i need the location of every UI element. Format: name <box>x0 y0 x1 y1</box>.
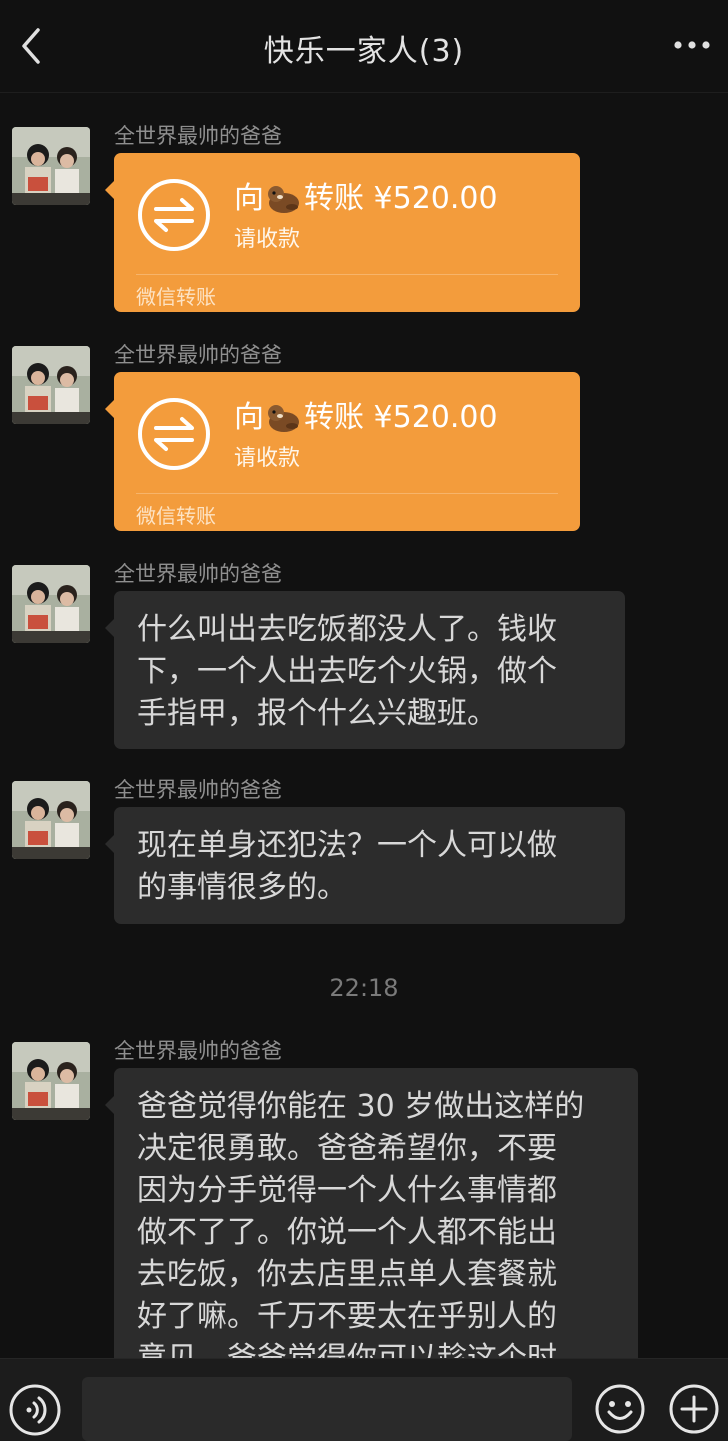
message-text: 全世界最帅的爸爸 现在单身还犯法？一个人可以做 的事情很多的。 <box>0 746 728 936</box>
message-line: 什么叫出去吃饭都没人了。钱收 <box>137 612 557 647</box>
message-line: 爸爸觉得你能在 30 岁做出这样的 <box>137 1089 585 1124</box>
avatar-photo-icon <box>12 346 90 424</box>
avatar[interactable] <box>12 127 90 205</box>
message-text: 全世界最帅的爸爸 什么叫出去吃饭都没人了。钱收 下，一个人出去吃个火锅，做个 手… <box>0 530 728 760</box>
message-line: 的事情很多的。 <box>137 870 347 905</box>
message-line: 因为分手觉得一个人什么事情都 <box>137 1173 557 1208</box>
otter-emoji-icon <box>266 402 302 442</box>
transfer-arrows-icon <box>138 398 210 470</box>
input-toolbar <box>0 1358 728 1441</box>
message-line: 去吃饭，你去店里点单人套餐就 <box>137 1257 557 1292</box>
message-bubble[interactable]: 现在单身还犯法？一个人可以做 的事情很多的。 <box>105 807 625 924</box>
otter-emoji-icon <box>266 183 302 223</box>
transfer-amount: ¥520.00 <box>373 181 498 216</box>
avatar-photo-icon <box>12 565 90 643</box>
chat-header: 快乐一家人(3) <box>0 0 728 93</box>
transfer-arrows-icon <box>138 179 210 251</box>
message-input[interactable] <box>82 1377 572 1441</box>
transfer-card[interactable]: 向 转账 ¥520.00 请收款 微信转账 <box>105 153 580 312</box>
avatar-photo-icon <box>12 127 90 205</box>
avatar[interactable] <box>12 781 90 859</box>
message-line: 好了嘛。千万不要太在乎别人的 <box>137 1299 557 1334</box>
voice-button[interactable] <box>8 1383 62 1437</box>
sender-name: 全世界最帅的爸爸 <box>114 778 282 802</box>
more-dots-icon <box>674 41 710 49</box>
transfer-title: 向 转账 ¥520.00 <box>234 392 498 442</box>
more-functions-button[interactable] <box>668 1383 720 1435</box>
transfer-footer: 微信转账 <box>136 504 216 528</box>
emoji-icon <box>595 1384 645 1434</box>
emoji-button[interactable] <box>594 1383 646 1435</box>
transfer-prefix: 向 <box>234 400 264 435</box>
chat-message-list[interactable]: 全世界最帅的爸爸 向转账 ¥520.00 请收款 微信转账 全世界最帅的爸爸 向… <box>0 92 728 1358</box>
chat-title: 快乐一家人(3) <box>263 34 465 69</box>
sender-name: 全世界最帅的爸爸 <box>114 1039 282 1063</box>
message-line: 手指甲，报个什么兴趣班。 <box>137 696 497 731</box>
message-line: 决定很勇敢。爸爸希望你，不要 <box>137 1131 557 1166</box>
transfer-status: 请收款 <box>234 446 301 471</box>
transfer-card[interactable]: 向 转账 ¥520.00 请收款 微信转账 <box>105 372 580 531</box>
plus-icon <box>669 1384 719 1434</box>
message-line: 做不了了。你说一个人都不能出 <box>137 1215 557 1250</box>
message-text: 全世界最帅的爸爸 爸爸觉得你能在 30 岁做出这样的 决定很勇敢。爸爸希望你，不… <box>0 1007 728 1358</box>
avatar[interactable] <box>12 565 90 643</box>
transfer-amount: ¥520.00 <box>373 400 498 435</box>
transfer-prefix: 向 <box>234 181 264 216</box>
avatar-photo-icon <box>12 781 90 859</box>
avatar[interactable] <box>12 346 90 424</box>
transfer-action: 转账 <box>304 181 364 216</box>
sender-name: 全世界最帅的爸爸 <box>114 343 282 367</box>
timestamp: 22:18 <box>329 974 399 1002</box>
transfer-footer: 微信转账 <box>136 285 216 309</box>
message-transfer: 全世界最帅的爸爸 向 转账 ¥520.00 请收款 微信转账 <box>0 92 728 317</box>
divider <box>136 493 558 494</box>
sender-name: 全世界最帅的爸爸 <box>114 124 282 148</box>
message-transfer: 全世界最帅的爸爸 向 转账 ¥520.00 请收款 微信转账 <box>0 311 728 536</box>
transfer-status: 请收款 <box>234 227 301 252</box>
message-line: 下，一个人出去吃个火锅，做个 <box>137 654 557 689</box>
transfer-title: 向 转账 ¥520.00 <box>234 173 498 223</box>
voice-icon <box>9 1384 61 1436</box>
transfer-action: 转账 <box>304 400 364 435</box>
sender-name: 全世界最帅的爸爸 <box>114 562 282 586</box>
avatar-photo-icon <box>12 1042 90 1120</box>
message-line: 现在单身还犯法？一个人可以做 <box>137 828 557 863</box>
message-line: 意见。爸爸觉得你可以趁这个时 <box>137 1338 616 1358</box>
divider <box>136 274 558 275</box>
message-bubble[interactable]: 什么叫出去吃饭都没人了。钱收 下，一个人出去吃个火锅，做个 手指甲，报个什么兴趣… <box>105 591 625 749</box>
message-bubble[interactable]: 爸爸觉得你能在 30 岁做出这样的 决定很勇敢。爸爸希望你，不要 因为分手觉得一… <box>105 1068 638 1358</box>
more-options-button[interactable] <box>672 30 712 60</box>
avatar[interactable] <box>12 1042 90 1120</box>
